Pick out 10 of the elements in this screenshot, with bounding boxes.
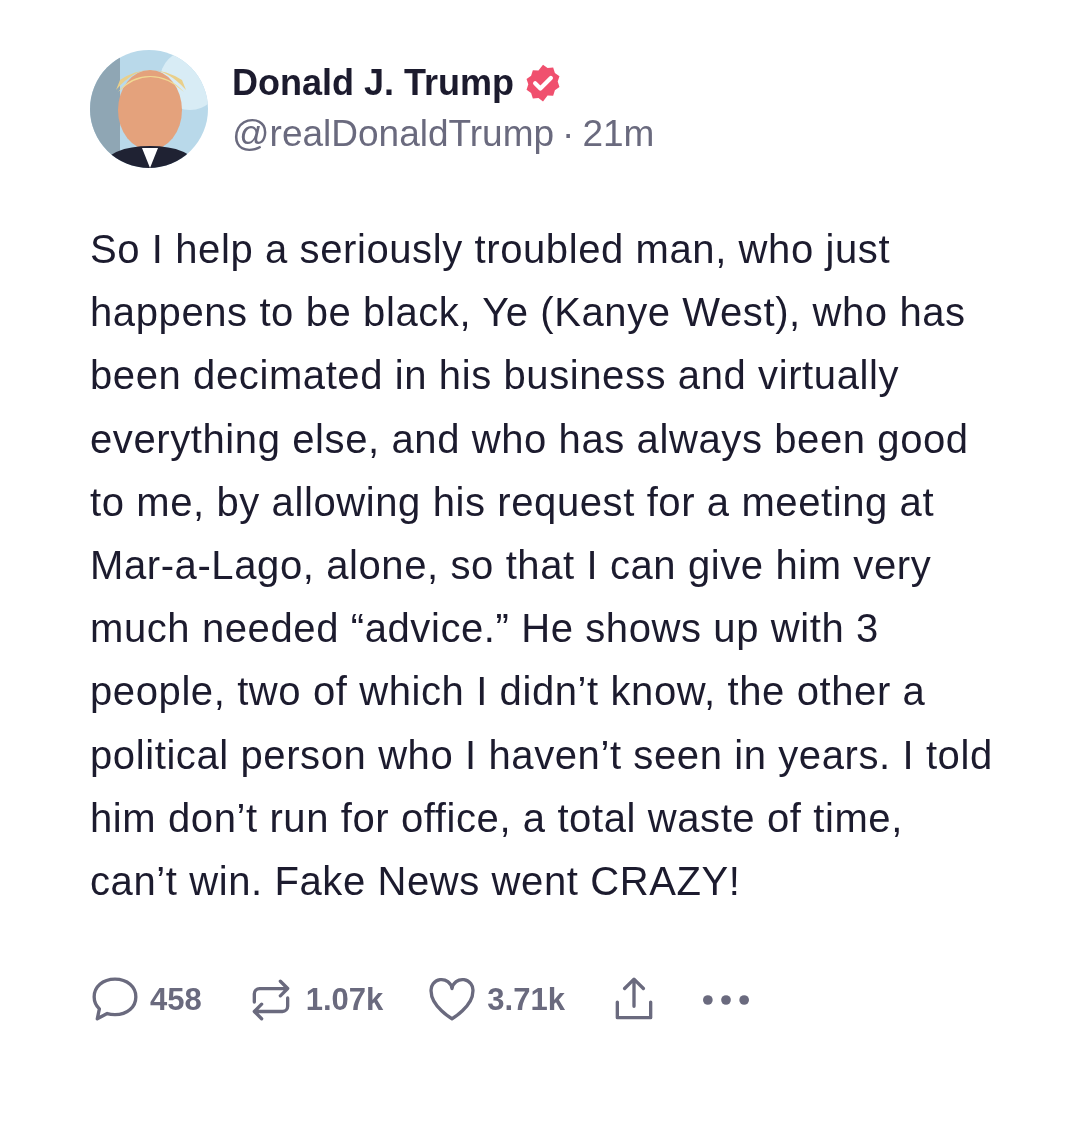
separator-dot: ·: [562, 112, 575, 157]
more-icon: [702, 995, 749, 1006]
like-button[interactable]: 3.71k: [427, 975, 565, 1026]
repost-button[interactable]: 1.07k: [245, 975, 384, 1026]
post-text: So I help a seriously troubled man, who just happens to be black, Ye (Kanye West), who has been decimated in his business and virtually everything else, and who has always been good to me, by allowing his request for a meeting at Mar-a-Lago, alone, so that I can give him very much needed “advice.” He shows up with 3 people, two of which I didn’t know, the other a political person who I haven’t seen in years. I told him don’t run for office, a total waste of time, can’t win. Fake News went CRAZY!: [90, 226, 994, 906]
reply-button[interactable]: 458: [90, 975, 202, 1026]
more-button[interactable]: [702, 995, 749, 1006]
author-name: Donald J. Trump: [232, 61, 515, 105]
post-time: 21m: [582, 112, 655, 157]
author-handle: @realDonaldTrump: [232, 112, 555, 157]
